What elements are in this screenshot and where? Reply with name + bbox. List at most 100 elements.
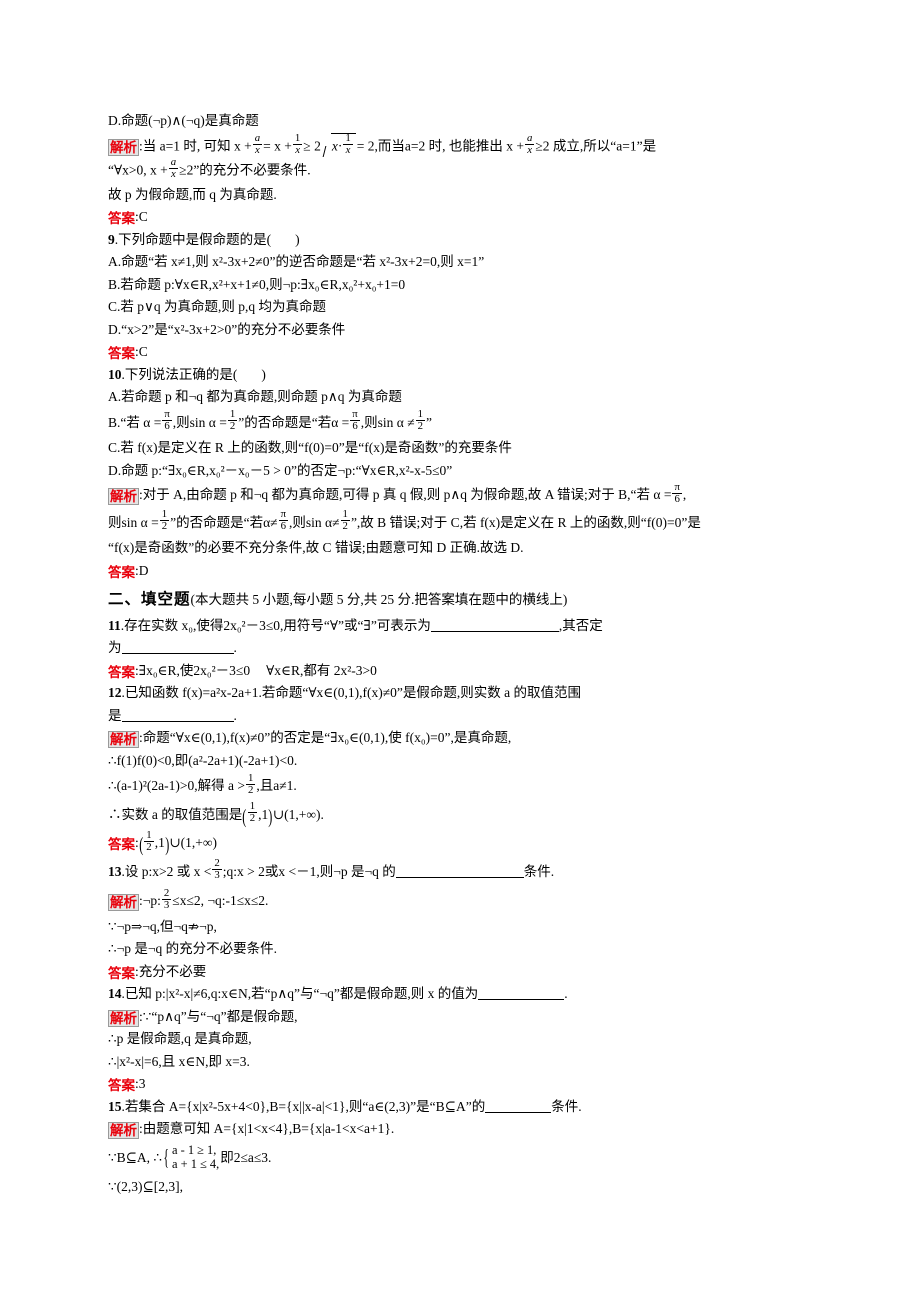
- q8-analysis-text-b: = x +: [263, 137, 292, 153]
- q12-analysis-line-1: 解析:命题“∀x∈(0,1),f(x)≠0”的否定是“∃x₀∈(0,1),使 f…: [108, 727, 840, 748]
- paren-close: ): [268, 806, 273, 828]
- q10-option-c: C.若 f(x)是定义在 R 上的函数,则“f(0)=0”是“f(x)是奇函数”…: [108, 440, 512, 455]
- q14-number: 14: [108, 986, 122, 1001]
- q10-analysis-l2-c: ,则sin α≠: [289, 514, 340, 530]
- q12-analysis-l3-b: ,且a≠1.: [256, 778, 297, 793]
- q14-analysis-line-2: ∴p 是假命题,q 是真命题,: [108, 1031, 252, 1046]
- case-row-1: a - 1 ≥ 1,: [172, 1142, 217, 1157]
- section-2-desc: (本大题共 5 小题,每小题 5 分,共 25 分.把答案填在题中的横线上): [190, 591, 568, 607]
- fraction-a-over-x-3: ax: [168, 156, 179, 181]
- fraction-1-over-2-4: 12: [340, 508, 350, 533]
- fraction-pi-over-6-4: π6: [278, 508, 289, 533]
- q8-analysis-line-2: “∀x>0, x + a x ≥2”的充分不必要条件.: [108, 156, 840, 182]
- q15-analysis-l2-b: 即2≤a≤3.: [220, 1149, 272, 1165]
- answer-label: 答案: [108, 837, 135, 852]
- q13-answer-line: 答案:充分不必要: [108, 961, 840, 982]
- fraction-1-over-2-7: 12: [144, 828, 154, 853]
- q11-blank-1[interactable]: [430, 630, 559, 632]
- q8-analysis-line-1: 解析:当 a=1 时, 可知 x + a x = x +1 x ≥ 2 x· 1 x = 2,而当…: [108, 131, 840, 158]
- q12-analysis-l3-a: ∴(a-1)²(2a-1)>0,解得 a >: [108, 778, 245, 793]
- q10-stem-close: ): [261, 366, 266, 382]
- q14-stem: 14.已知 p:|x²-x|≠6,q:x∈N,若“p∧q”与“¬q”都是假命题,…: [108, 983, 840, 1004]
- q10-analysis-l2-d: ”,故 B 错误;对于 C,若 f(x)是定义在 R 上的函数,则“f(0)=0…: [350, 514, 701, 530]
- fraction-1-over-x: 1x: [292, 131, 303, 156]
- q13-stem: 13.设 p:x>2 或 x <2 3 ;q:x > 2或x <－1,则¬p 是¬q…: [108, 858, 840, 886]
- q10-option-b-1: B.“若 α =: [108, 414, 162, 430]
- fraction-1-over-2-6: 12: [247, 800, 258, 825]
- q11-stem-c: 为: [108, 640, 122, 655]
- q13-stem-b: ;q:x > 2或x <－1,则¬p 是¬q 的: [222, 863, 396, 879]
- q10-stem: 10.下列说法正确的是(): [108, 364, 840, 385]
- q13-analysis-line-1: 解析:¬p: 2 3 ≤x≤2, ¬q:-1≤x≤2.: [108, 887, 840, 914]
- q11-answer-a: ∃x₀∈R,使2x₀²－3≤0: [138, 662, 251, 678]
- q10-analysis-l1: 对于 A,由命题 p 和¬q 都为真命题,可得 p 真 q 假,则 p∧q 为假…: [142, 487, 672, 502]
- q9-stem-text: .下列命题中是假命题的是(: [114, 231, 272, 247]
- section-2-title: 二、填空题: [108, 590, 191, 608]
- q14-analysis-l1: ∵“p∧q”与“¬q”都是假命题,: [142, 1008, 298, 1024]
- q13-number: 13: [108, 863, 122, 879]
- q11-number: 11: [108, 617, 121, 633]
- q9-stem: 9.下列命题中是假命题的是(): [108, 229, 840, 250]
- q14-answer-line: 答案:3: [108, 1073, 840, 1094]
- q11-blank-2[interactable]: [121, 653, 234, 654]
- q12-analysis-line-4: ∴实数 a 的取值范围是(1 2,1)∪(1,+∞).: [108, 801, 840, 828]
- q10-analysis-l2-b: ”的否命题是“若α≠: [170, 514, 278, 530]
- q12-analysis-l4-c: ∪(1,+∞).: [272, 806, 324, 822]
- q11-stem-b: ,其否定: [558, 617, 603, 633]
- answer-label: 答案: [108, 1078, 135, 1093]
- q10-option-b-2: ,则sin α =: [172, 414, 227, 430]
- q13-stem-c: 条件.: [523, 863, 555, 879]
- q11-stem-a: .存在实数 x₀,使得2x₀²－3≤0,用符号“∀”或“∃”可表示为: [120, 617, 431, 633]
- q12-stem-a: .已知函数 f(x)=a²x-2a+1.若命题“∀x∈(0,1),f(x)≠0”…: [121, 685, 582, 700]
- paren-close-2: ): [165, 835, 170, 857]
- q9-answer-line: 答案:C: [108, 341, 840, 362]
- analysis-label: 解析: [108, 1122, 139, 1139]
- q14-blank[interactable]: [478, 999, 565, 1000]
- fraction-1-over-2-5: 12: [245, 771, 256, 796]
- q15-blank[interactable]: [485, 1111, 552, 1113]
- fraction-a-over-x: ax: [252, 131, 263, 156]
- q8-option-d: D.命题(¬p)∧(¬q)是真命题: [108, 113, 259, 128]
- q10-option-b-5: ”: [426, 414, 433, 430]
- q8-answer-value: C: [138, 209, 148, 224]
- q13-analysis-line-3: ∴¬p 是¬q 的充分不必要条件.: [108, 941, 277, 956]
- paren-open: (: [242, 806, 247, 828]
- analysis-label: 解析: [108, 1009, 139, 1027]
- q12-blank[interactable]: [121, 720, 234, 722]
- section-2-heading: 二、填空题(本大题共 5 小题,每小题 5 分,共 25 分.把答案填在题中的横…: [108, 587, 840, 613]
- q12-analysis-l4-a: ∴实数 a 的取值范围是: [108, 806, 243, 822]
- q8-analysis-text-c: ≥ 2: [303, 137, 321, 153]
- q11-stem-d: .: [233, 640, 237, 655]
- analysis-label: 解析: [108, 138, 139, 156]
- fraction-2-over-3: 23: [212, 857, 222, 882]
- q14-answer-value: 3: [138, 1076, 146, 1091]
- q10-answer-line: 答案:D: [108, 560, 840, 581]
- q15-analysis-l1: 由题意可知 A={x|1<x<4},B={x|a-1<x<a+1}.: [142, 1121, 395, 1136]
- q14-analysis-line-1: 解析:∵“p∧q”与“¬q”都是假命题,: [108, 1006, 840, 1027]
- q10-analysis-l1-comma: ,: [682, 487, 687, 502]
- paren-open-2: (: [139, 835, 144, 857]
- q15-analysis-l2-a: ∵B⊆A, ∴: [108, 1149, 162, 1165]
- q12-stem-c: .: [233, 707, 237, 723]
- analysis-label: 解析: [108, 731, 139, 748]
- q8-analysis-l2-a: “∀x>0, x +: [108, 162, 168, 178]
- q10-answer-value: D: [138, 562, 149, 578]
- fraction-pi-over-6: π6: [162, 408, 172, 433]
- q10-number: 10: [108, 366, 122, 382]
- q9-stem-close: ): [295, 231, 300, 247]
- q8-analysis-text-d: = 2,而当a=2 时, 也能推出 x +: [356, 137, 524, 153]
- q14-analysis-line-3: ∴|x²-x|=6,且 x∈N,即 x=3.: [108, 1053, 250, 1069]
- q10-analysis-line-1: 解析:对于 A,由命题 p 和¬q 都为真命题,可得 p 真 q 假,则 p∧q…: [108, 481, 840, 507]
- q14-stem-a: .已知 p:|x²-x|≠6,q:x∈N,若“p∧q”与“¬q”都是假命题,则 …: [121, 986, 479, 1001]
- q10-stem-text: .下列说法正确的是(: [121, 366, 238, 382]
- q15-number: 15: [108, 1098, 122, 1114]
- q13-blank[interactable]: [395, 876, 524, 878]
- q10-option-b: B.“若 α = π 6 ,则sin α = 1 2 ”的否命题是“若α = π 6 ,则sin …: [108, 409, 840, 436]
- answer-label: 答案: [108, 211, 135, 226]
- fraction-1-over-2: 12: [227, 408, 238, 433]
- q15-stem-b: 条件.: [551, 1098, 582, 1114]
- q10-analysis-line-2: 则sin α = 1 2 ”的否命题是“若α≠ π 6 ,则sin α≠ 1 2 ”,故 B 错误…: [108, 509, 840, 536]
- q9-number: 9: [108, 231, 115, 247]
- q12-number: 12: [108, 685, 122, 700]
- q9-answer-value: C: [138, 344, 148, 359]
